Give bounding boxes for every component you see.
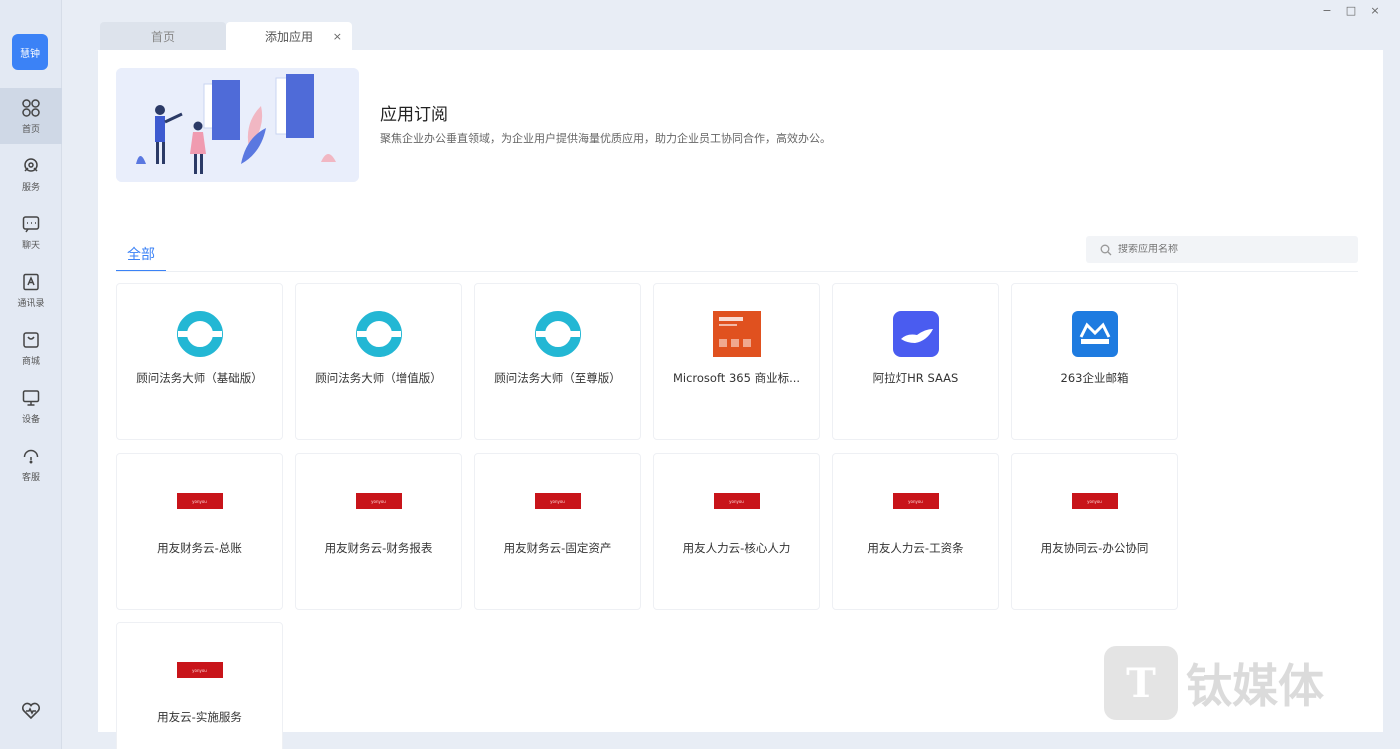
page-title: 应用订阅 (380, 105, 448, 125)
app-card[interactable]: 顾问法务大师（增值版） (295, 283, 462, 440)
app-name: 用友财务云-财务报表 (324, 541, 433, 555)
app-name: 用友协同云-办公协同 (1040, 541, 1149, 555)
search-box[interactable] (1086, 236, 1358, 263)
chat-icon (22, 215, 40, 232)
app-card[interactable]: yonyou 用友财务云-总账 (116, 453, 283, 610)
sidebar-item-service[interactable]: 服务 (0, 146, 62, 202)
app-card[interactable]: 263企业邮箱 (1011, 283, 1178, 440)
yonyou-banner-icon: yonyou (355, 490, 403, 512)
yonyou-banner-icon: yonyou (176, 490, 224, 512)
sidebar-item-label: 首页 (21, 124, 40, 135)
page-description: 聚焦企业办公垂直领域，为企业用户提供海量优质应用，助力企业员工协同合作，高效办公… (380, 132, 831, 145)
sidebar-item-label: 商城 (21, 356, 40, 367)
app-name: 用友财务云-固定资产 (503, 541, 612, 555)
mail263-icon (1071, 310, 1119, 358)
sidebar-item-home[interactable]: 首页 (0, 88, 62, 144)
window-controls: − □ × (1320, 4, 1382, 17)
contacts-icon (23, 273, 39, 290)
app-name: 顾问法务大师（基础版） (136, 371, 263, 385)
yonyou-banner-icon: yonyou (892, 490, 940, 512)
app-name: 顾问法务大师（增值版） (315, 371, 442, 385)
sidebar-item-label: 聊天 (21, 240, 40, 251)
app-card[interactable]: 顾问法务大师（至尊版） (474, 283, 641, 440)
banner-illustration (116, 68, 359, 182)
sidebar-item-support[interactable]: 客服 (0, 436, 62, 492)
ms365-icon (712, 310, 761, 358)
close-window-button[interactable]: × (1368, 4, 1382, 17)
app-name: 用友人力云-核心人力 (682, 541, 791, 555)
tab-label: 首页 (150, 29, 175, 44)
sidebar-item-label: 通讯录 (17, 298, 45, 309)
watermark-text: 钛媒体 (1186, 659, 1324, 713)
search-icon (1100, 244, 1112, 255)
app-name: 263企业邮箱 (1060, 371, 1129, 385)
app-card[interactable]: yonyou 用友云-实施服务 (116, 622, 283, 749)
app-card[interactable]: yonyou 用友人力云-核心人力 (653, 453, 820, 610)
search-input[interactable] (1118, 244, 1338, 255)
monitor-icon (22, 389, 40, 406)
yonyou-banner-icon: yonyou (176, 659, 224, 681)
app-card[interactable]: yonyou 用友财务云-财务报表 (295, 453, 462, 610)
watermark-logo: T (1104, 646, 1178, 720)
tab-bar: 首页 添加应用 × (100, 22, 352, 50)
app-card[interactable]: 顾问法务大师（基础版） (116, 283, 283, 440)
maximize-button[interactable]: □ (1344, 4, 1358, 17)
sidebar-item-device[interactable]: 设备 (0, 378, 62, 434)
sidebar-item-label: 客服 (21, 472, 40, 483)
app-name: 用友人力云-工资条 (867, 541, 964, 555)
sidebar-item-label: 服务 (21, 182, 40, 193)
app-card[interactable]: yonyou 用友协同云-办公协同 (1011, 453, 1178, 610)
sidebar-item-store[interactable]: 商城 (0, 320, 62, 376)
cyan-ring-icon (176, 310, 224, 358)
app-card[interactable]: 阿拉灯HR SAAS (832, 283, 999, 440)
sidebar-item-contacts[interactable]: 通讯录 (0, 262, 62, 318)
app-card[interactable]: Microsoft 365 商业标... (653, 283, 820, 440)
tab-home[interactable]: 首页 (100, 22, 226, 50)
store-icon (23, 331, 39, 348)
app-card[interactable]: yonyou 用友财务云-固定资产 (474, 453, 641, 610)
yonyou-banner-icon: yonyou (534, 490, 582, 512)
main-content: 应用订阅 聚焦企业办公垂直领域，为企业用户提供海量优质应用，助力企业员工协同合作… (98, 50, 1383, 749)
minimize-button[interactable]: − (1320, 4, 1334, 17)
tab-all[interactable]: 全部 (116, 238, 166, 272)
tab-label: 添加应用 (264, 29, 313, 44)
divider (116, 271, 1358, 272)
watermark: T 钛媒体 (1104, 646, 1324, 720)
lamp-icon (892, 310, 940, 358)
support-icon (23, 449, 39, 463)
cyan-ring-icon (355, 310, 403, 358)
app-name: 用友云-实施服务 (157, 710, 242, 724)
app-name: 用友财务云-总账 (157, 541, 242, 555)
cyan-ring-icon (534, 310, 582, 358)
close-icon[interactable]: × (333, 30, 342, 43)
sidebar: 慧钟 首页 服务 聊天 通讯录 商城 设备 客服 (0, 0, 62, 749)
app-card[interactable]: yonyou 用友人力云-工资条 (832, 453, 999, 610)
app-name: 阿拉灯HR SAAS (872, 371, 959, 385)
yonyou-banner-icon: yonyou (713, 490, 761, 512)
heart-icon[interactable] (20, 700, 42, 722)
sidebar-item-chat[interactable]: 聊天 (0, 204, 62, 260)
grid-icon (22, 98, 40, 117)
service-icon (24, 157, 38, 172)
app-name: Microsoft 365 商业标... (672, 371, 801, 385)
app-logo[interactable]: 慧钟 (12, 34, 48, 70)
tab-add-app[interactable]: 添加应用 × (226, 22, 352, 50)
app-name: 顾问法务大师（至尊版） (494, 371, 621, 385)
yonyou-banner-icon: yonyou (1071, 490, 1119, 512)
sidebar-item-label: 设备 (21, 414, 40, 425)
